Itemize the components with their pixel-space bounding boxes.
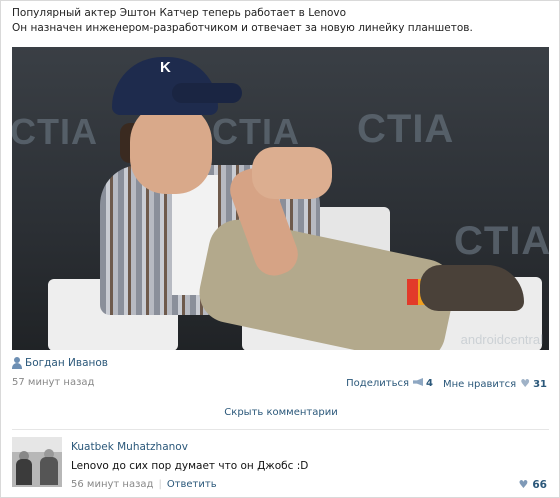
avatar-figure (16, 459, 32, 485)
person-hands (252, 147, 332, 199)
avatar[interactable] (12, 437, 62, 487)
backdrop-logo: CTIA (12, 111, 98, 152)
comment-meta: 56 минут назад | Ответить (71, 479, 217, 490)
person-head (130, 102, 212, 194)
share-label: Поделиться (346, 378, 409, 389)
post-card: Популярный актер Эштон Катчер теперь раб… (0, 0, 560, 498)
divider (12, 429, 549, 430)
cap-brim (172, 83, 242, 103)
meta-separator: | (158, 479, 162, 490)
like-count: 31 (533, 379, 547, 390)
like-label: Мне нравится (442, 379, 517, 390)
user-icon (12, 357, 22, 369)
backdrop-logo: CTIA (357, 107, 455, 151)
share-count: 4 (425, 378, 433, 389)
reply-button[interactable]: Ответить (167, 479, 217, 490)
comment-like-count: 66 (532, 478, 547, 491)
comment-like-button[interactable]: ♥ 66 (519, 478, 548, 491)
comment-text: Lenovo до сих пор думает что он Джобс :D (71, 460, 309, 472)
heart-icon: ♥ (518, 478, 529, 491)
post-author[interactable]: Богдан Иванов (12, 357, 108, 369)
hide-comments-link[interactable]: Скрыть комментарии (1, 407, 560, 418)
post-actions: Поделиться 4 Мне нравится ♥ 31 (346, 377, 547, 390)
post-text: Популярный актер Эштон Катчер теперь раб… (12, 6, 552, 36)
comment-author[interactable]: Kuatbek Muhatzhanov (71, 441, 188, 453)
share-button[interactable]: Поделиться 4 (346, 378, 433, 389)
post-text-line-1: Популярный актер Эштон Катчер теперь раб… (12, 7, 347, 19)
avatar-figure (40, 457, 58, 485)
post-text-line-2: Он назначен инженером-разработчиком и от… (12, 22, 473, 34)
post-photo[interactable]: CTIA CTIA CTIA CTIA K androidcentral (12, 47, 549, 350)
backdrop-logo: CTIA (454, 219, 549, 263)
like-button[interactable]: Мне нравится ♥ 31 (443, 377, 547, 390)
comment-timestamp[interactable]: 56 минут назад (71, 479, 153, 490)
photo-watermark: androidcentral (460, 332, 543, 347)
heart-icon: ♥ (520, 377, 531, 390)
megaphone-icon (412, 378, 423, 386)
cap-logo: K (160, 59, 171, 76)
person-shoe (420, 265, 524, 311)
post-timestamp[interactable]: 57 минут назад (12, 377, 94, 388)
post-author-name[interactable]: Богдан Иванов (25, 357, 108, 369)
